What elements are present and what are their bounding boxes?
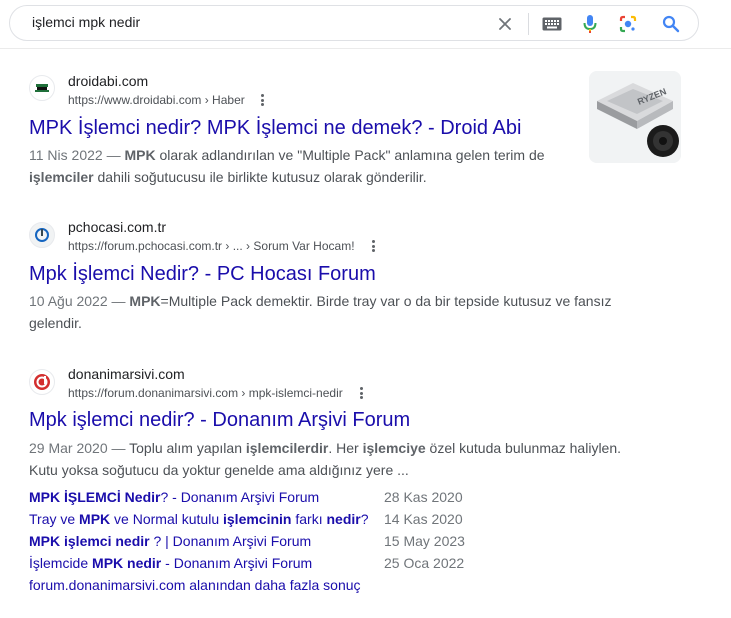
result-url[interactable]: https://www.droidabi.com › Haber xyxy=(68,93,245,107)
text-fragment: 10 Ağu 2022 — xyxy=(29,293,130,309)
sitelink-date: 15 May 2023 xyxy=(384,533,465,549)
highlighted-term: MPK xyxy=(124,147,156,163)
highlighted-term: nedir xyxy=(326,511,361,527)
more-options-icon[interactable] xyxy=(356,385,366,401)
result-snippet: 10 Ağu 2022 — MPK=Multiple Pack demektir… xyxy=(29,290,619,334)
text-fragment: ? | Donanım Arşivi Forum xyxy=(149,533,312,549)
text-fragment: farkı xyxy=(291,511,327,527)
ryzen-cpu-thumbnail[interactable]: RYZEN xyxy=(589,71,681,163)
text-fragment: ? - Donanım Arşivi Forum xyxy=(160,489,320,505)
result-site-name[interactable]: donanimarsivi.com xyxy=(68,366,185,382)
highlighted-term: MPK xyxy=(79,511,111,527)
search-bar-divider xyxy=(528,13,529,35)
keyboard-icon[interactable] xyxy=(540,12,564,36)
highlighted-term: MPK xyxy=(129,293,161,309)
highlighted-term: işlemcinin xyxy=(223,511,292,527)
more-options-icon[interactable] xyxy=(368,238,378,254)
droidabi-favicon-icon xyxy=(29,75,55,101)
result-title-link[interactable]: Mpk işlemci nedir? - Donanım Arşivi Foru… xyxy=(29,409,410,432)
lens-camera-icon[interactable] xyxy=(616,12,640,36)
result-title-link[interactable]: Mpk İşlemci Nedir? - PC Hocası Forum xyxy=(29,263,376,286)
sitelink-date: 28 Kas 2020 xyxy=(384,489,463,505)
text-fragment: 29 Mar 2020 — xyxy=(29,440,130,456)
sitelink[interactable]: MPK İŞLEMCİ Nedir? - Donanım Arşivi Foru… xyxy=(29,489,319,505)
text-fragment: dahili soğutucusu ile birlikte kutusuz o… xyxy=(93,169,427,185)
more-results-link[interactable]: forum.donanimarsivi.com alanından daha f… xyxy=(29,577,361,593)
sitelink-date: 14 Kas 2020 xyxy=(384,511,463,527)
search-bar: işlemci mpk nedir xyxy=(9,5,699,41)
result-url[interactable]: https://forum.donanimarsivi.com › mpk-is… xyxy=(68,386,343,400)
text-fragment: Tray ve xyxy=(29,511,80,527)
highlighted-term: işlemciler xyxy=(29,169,94,185)
result-title-link[interactable]: MPK İşlemci nedir? MPK İşlemci ne demek?… xyxy=(29,117,521,140)
header-divider xyxy=(0,48,731,49)
result-url[interactable]: https://forum.pchocasi.com.tr › ... › So… xyxy=(68,239,355,253)
sitelink-date: 25 Oca 2022 xyxy=(384,555,465,571)
search-input[interactable]: işlemci mpk nedir xyxy=(32,14,140,30)
result-site-name[interactable]: droidabi.com xyxy=(68,73,148,89)
result-site-name[interactable]: pchocasi.com.tr xyxy=(68,219,166,235)
highlighted-term: MPK İŞLEMCİ Nedir xyxy=(29,489,161,505)
text-fragment: 11 Nis 2022 — xyxy=(29,147,125,163)
search-icon[interactable] xyxy=(659,12,683,36)
sitelink[interactable]: İşlemcide MPK nedir - Donanım Arşivi For… xyxy=(29,555,312,571)
highlighted-term: MPK işlemci nedir xyxy=(29,533,150,549)
text-fragment: ve Normal kutulu xyxy=(110,511,223,527)
text-fragment: olarak adlandırılan ve "Multiple Pack" a… xyxy=(155,147,545,163)
text-fragment: İşlemcide xyxy=(29,555,93,571)
text-fragment: . Her xyxy=(328,440,363,456)
sitelink[interactable]: Tray ve MPK ve Normal kutulu işlemcinin … xyxy=(29,511,369,527)
result-snippet: 29 Mar 2020 — Toplu alım yapılan işlemci… xyxy=(29,437,629,481)
sitelink[interactable]: MPK işlemci nedir ? | Donanım Arşivi For… xyxy=(29,533,311,549)
donanimarsivi-favicon-icon xyxy=(29,369,55,395)
text-fragment: ? xyxy=(360,511,369,527)
highlighted-term: işlemciye xyxy=(362,440,426,456)
result-snippet: 11 Nis 2022 — MPK olarak adlandırılan ve… xyxy=(29,144,569,188)
text-fragment: - Donanım Arşivi Forum xyxy=(161,555,313,571)
pchocasi-favicon-icon xyxy=(29,222,55,248)
microphone-icon[interactable] xyxy=(578,12,602,36)
more-options-icon[interactable] xyxy=(257,92,267,108)
text-fragment: Toplu alım yapılan xyxy=(129,440,246,456)
highlighted-term: MPK nedir xyxy=(92,555,162,571)
close-icon[interactable] xyxy=(493,12,517,36)
highlighted-term: işlemcilerdir xyxy=(245,440,329,456)
